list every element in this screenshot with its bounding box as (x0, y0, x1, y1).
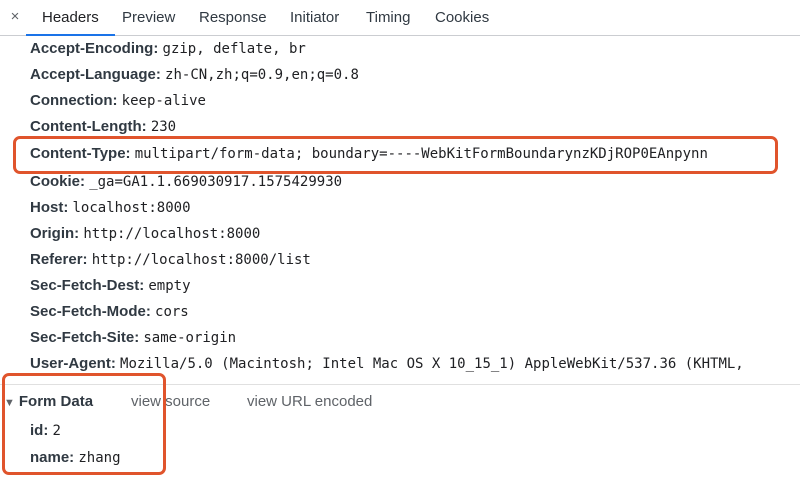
tab-cookies[interactable]: Cookies (433, 0, 491, 35)
header-row-cookie: Cookie: _ga=GA1.1.669030917.1575429930 (30, 170, 342, 194)
close-icon[interactable]: × (8, 8, 22, 26)
form-field-row-name: name: zhang (30, 446, 121, 470)
header-row-accept-language: Accept-Language: zh-CN,zh;q=0.9,en;q=0.8 (30, 63, 359, 87)
header-row-host: Host: localhost:8000 (30, 196, 191, 220)
header-value: multipart/form-data; boundary=----WebKit… (134, 146, 708, 162)
header-row-sec-fetch-site: Sec-Fetch-Site: same-origin (30, 326, 236, 350)
header-value: _ga=GA1.1.669030917.1575429930 (89, 174, 343, 190)
header-row-connection: Connection: keep-alive (30, 89, 206, 113)
header-value: localhost:8000 (72, 200, 191, 216)
header-value: empty (148, 278, 191, 294)
header-value: http://localhost:8000 (83, 226, 261, 242)
header-value: keep-alive (121, 93, 206, 109)
form-field-value: 2 (52, 423, 61, 439)
header-name: Sec-Fetch-Site: (30, 329, 140, 346)
tab-response[interactable]: Response (197, 0, 269, 35)
tab-initiator[interactable]: Initiator (288, 0, 341, 35)
header-name: Origin: (30, 225, 80, 242)
header-name: User-Agent: (30, 355, 116, 372)
header-row-content-length: Content-Length: 230 (30, 115, 176, 139)
tab-preview[interactable]: Preview (120, 0, 177, 35)
view-source-button[interactable]: view source (131, 391, 210, 413)
header-name: Accept-Encoding: (30, 40, 159, 57)
form-field-name: name: (30, 449, 75, 466)
header-value: cors (155, 304, 189, 320)
header-name: Content-Type: (30, 145, 131, 162)
header-name: Sec-Fetch-Mode: (30, 303, 151, 320)
tab-headers[interactable]: Headers (26, 0, 115, 36)
header-name: Sec-Fetch-Dest: (30, 277, 145, 294)
form-data-title: Form Data (18, 393, 94, 410)
header-name: Referer: (30, 251, 88, 268)
form-field-value: zhang (78, 450, 121, 466)
header-row-user-agent: User-Agent: Mozilla/5.0 (Macintosh; Inte… (30, 352, 744, 376)
tab-timing[interactable]: Timing (364, 0, 412, 35)
header-value: http://localhost:8000/list (91, 252, 311, 268)
section-divider (0, 384, 800, 385)
header-row-content-type: Content-Type: multipart/form-data; bound… (30, 142, 708, 166)
header-name: Accept-Language: (30, 66, 161, 83)
header-row-accept-encoding: Accept-Encoding: gzip, deflate, br (30, 37, 306, 61)
triangle-down-icon: ▼ (4, 397, 15, 409)
form-data-section-toggle[interactable]: ▼ Form Data (4, 391, 93, 413)
header-name: Connection: (30, 92, 118, 109)
form-field-name: id: (30, 422, 49, 439)
header-name: Content-Length: (30, 118, 147, 135)
header-name: Host: (30, 199, 69, 216)
header-value: zh-CN,zh;q=0.9,en;q=0.8 (165, 67, 359, 83)
header-value: same-origin (143, 330, 237, 346)
header-name: Cookie: (30, 173, 86, 190)
devtools-tab-bar: × Headers Preview Response Initiator Tim… (0, 0, 800, 36)
header-row-sec-fetch-dest: Sec-Fetch-Dest: empty (30, 274, 191, 298)
header-value: 230 (150, 119, 177, 135)
header-row-sec-fetch-mode: Sec-Fetch-Mode: cors (30, 300, 189, 324)
header-value: Mozilla/5.0 (Macintosh; Intel Mac OS X 1… (120, 356, 744, 372)
header-value: gzip, deflate, br (162, 41, 306, 57)
header-row-referer: Referer: http://localhost:8000/list (30, 248, 311, 272)
form-field-row-id: id: 2 (30, 419, 61, 443)
view-url-encoded-button[interactable]: view URL encoded (247, 391, 372, 413)
header-row-origin: Origin: http://localhost:8000 (30, 222, 260, 246)
